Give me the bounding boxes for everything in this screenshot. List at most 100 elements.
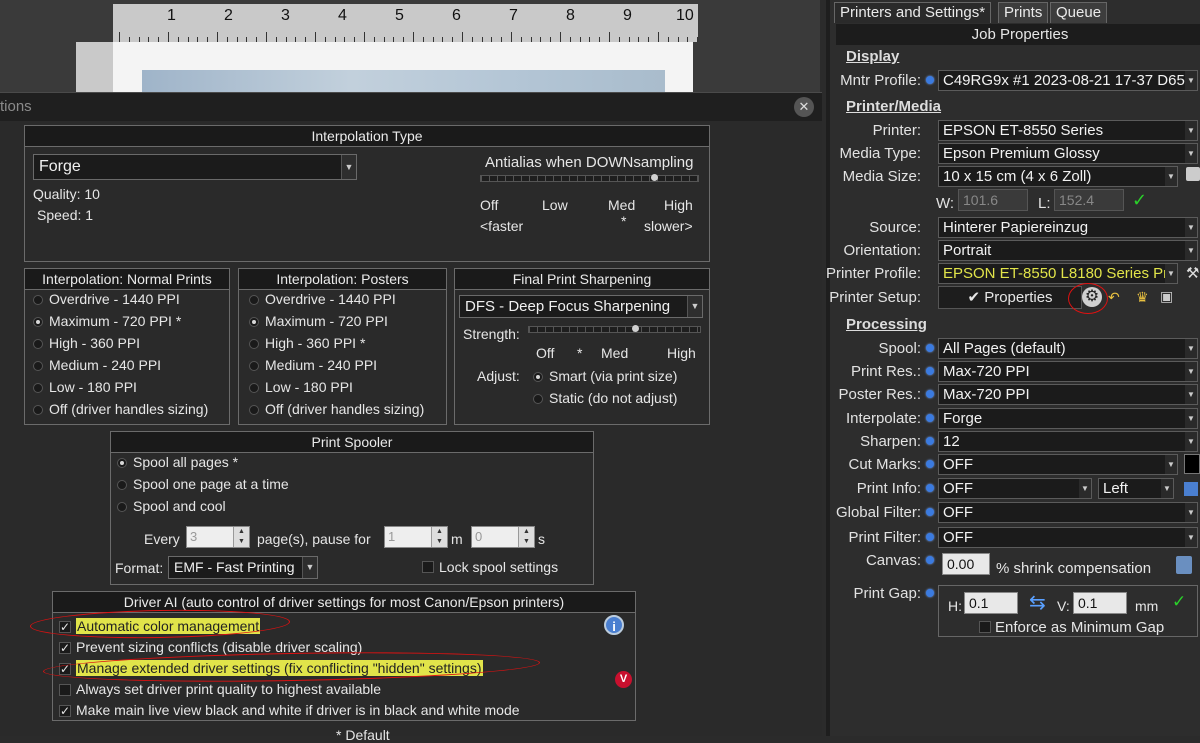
radio-button[interactable] [33,361,43,371]
radio-button[interactable] [533,394,543,404]
print-info-select[interactable]: OFF ▼ [938,478,1092,499]
driver-ai-option[interactable]: ✓ Make main live view black and white if … [59,702,599,722]
sharpen-select[interactable]: 12 ▼ [938,431,1198,452]
print-filter-select[interactable]: OFF ▼ [938,527,1198,548]
radio-button[interactable] [117,502,127,512]
color-swatch[interactable] [1184,454,1200,474]
posters-option[interactable]: Maximum - 720 PPI [249,313,439,333]
canvas-field[interactable]: 0.00 [942,553,990,575]
calculator-icon[interactable] [1176,556,1192,574]
width-field[interactable]: 101.6 [958,189,1028,211]
radio-button[interactable] [249,295,259,305]
posters-option[interactable]: Low - 180 PPI [249,379,439,399]
stepper-arrows-icon[interactable]: ▲ ▼ [518,527,534,547]
checkbox[interactable]: ✓ [59,642,71,654]
posters-option[interactable]: Off (driver handles sizing) [249,401,439,421]
radio-button[interactable] [249,361,259,371]
posters-option[interactable]: High - 360 PPI * [249,335,439,355]
tab-queue[interactable]: Queue [1050,2,1108,23]
media-size-select[interactable]: 10 x 15 cm (4 x 6 Zoll) ▼ [938,166,1178,187]
orientation-select[interactable]: Portrait ▼ [938,240,1198,261]
media-type-select[interactable]: Epson Premium Glossy ▼ [938,143,1198,164]
format-select[interactable]: EMF - Fast Printing ▼ [168,556,318,579]
v-badge-icon[interactable]: V [615,671,632,688]
normal-prints-option[interactable]: Maximum - 720 PPI * [33,313,223,333]
checkmark-icon[interactable]: ✓ [1172,592,1186,612]
every-pages-stepper[interactable]: 3 ▲ ▼ [186,526,250,548]
driver-ai-option[interactable]: Always set driver print quality to highe… [59,681,599,701]
slider-knob[interactable] [631,325,639,332]
normal-prints-option[interactable]: High - 360 PPI [33,335,223,355]
print-res-select[interactable]: Max-720 PPI ▼ [938,361,1198,382]
link-arrows-icon[interactable]: ⇆ [1029,590,1046,615]
lock-spool-checkbox[interactable] [422,561,434,573]
adjust-option[interactable]: Static (do not adjust) [533,390,723,410]
load-icon[interactable]: ♛ [1136,289,1149,306]
radio-button[interactable] [117,480,127,490]
gap-v-field[interactable]: 0.1 [1073,592,1127,614]
radio-button[interactable] [249,383,259,393]
gap-h-field[interactable]: 0.1 [964,592,1018,614]
font-icon[interactable] [1184,482,1198,496]
radio-button[interactable] [33,405,43,415]
dialog-title: tions [0,98,32,115]
mntr-select[interactable]: C49RG9x #1 2023-08-21 17-37 D65 ▼ [938,70,1198,91]
media-size-icon[interactable] [1186,167,1200,181]
spool-option[interactable]: Spool all pages * [117,454,307,474]
radio-button[interactable] [33,295,43,305]
undo-icon[interactable]: ↶ [1108,289,1120,306]
chevron-down-icon: ▼ [1185,121,1197,140]
strength-slider[interactable] [528,325,701,333]
radio-button[interactable] [249,317,259,327]
dialog-title-bar[interactable]: tions ✕ [0,93,822,121]
radio-button[interactable] [33,383,43,393]
checkbox[interactable] [59,684,71,696]
length-field[interactable]: 152.4 [1054,189,1124,211]
tab-printers-settings[interactable]: Printers and Settings* [834,2,992,23]
posters-option[interactable]: Overdrive - 1440 PPI [249,291,439,311]
checkbox[interactable]: ✓ [59,705,71,717]
tab-prints[interactable]: Prints [998,2,1049,23]
stepper-arrows-icon[interactable]: ▲ ▼ [431,527,447,547]
radio-button[interactable] [533,372,543,382]
normal-prints-option[interactable]: Medium - 240 PPI [33,357,223,377]
stepper-arrows-icon[interactable]: ▲ ▼ [233,527,249,547]
spool-option[interactable]: Spool one page at a time [117,476,307,496]
print-info-position-select[interactable]: Left ▼ [1098,478,1174,499]
poster-res-select[interactable]: Max-720 PPI ▼ [938,384,1198,405]
global-filter-select[interactable]: OFF ▼ [938,502,1198,523]
radio-button[interactable] [33,317,43,327]
radio-button[interactable] [249,339,259,349]
enforce-gap-checkbox[interactable] [979,621,991,633]
cut-marks-select[interactable]: OFF ▼ [938,454,1178,475]
info-icon[interactable]: i [604,615,624,635]
normal-prints-option[interactable]: Low - 180 PPI [33,379,223,399]
posters-option[interactable]: Medium - 240 PPI [249,357,439,377]
group-title: Interpolation: Normal Prints [25,269,229,290]
properties-button[interactable]: ✔ Properties [938,286,1082,309]
interpolation-type-select[interactable]: Forge ▼ [33,154,357,180]
printer-select[interactable]: EPSON ET-8550 Series ▼ [938,120,1198,141]
antialias-slider[interactable] [480,174,699,182]
profile-select[interactable]: EPSON ET-8550 L8180 Series Premium▼ [938,263,1178,284]
source-select[interactable]: Hinterer Papiereinzug ▼ [938,217,1198,238]
radio-button[interactable] [249,405,259,415]
save-icon[interactable]: ▣ [1160,288,1173,305]
pause-seconds-stepper[interactable]: 0 ▲ ▼ [471,526,535,548]
radio-button[interactable] [33,339,43,349]
chevron-down-icon: ▼ [1079,479,1091,498]
pause-minutes-stepper[interactable]: 1 ▲ ▼ [384,526,448,548]
posters-group: Interpolation: Posters Overdrive - 1440 … [238,268,447,425]
spool-select[interactable]: All Pages (default) ▼ [938,338,1198,359]
close-icon[interactable]: ✕ [794,97,814,117]
sharpening-select[interactable]: DFS - Deep Focus Sharpening ▼ [459,295,703,318]
radio-button[interactable] [117,458,127,468]
checkmark-icon[interactable]: ✓ [1132,190,1147,211]
normal-prints-option[interactable]: Overdrive - 1440 PPI [33,291,223,311]
slider-knob[interactable] [650,174,658,181]
interpolate-select[interactable]: Forge ▼ [938,408,1198,429]
spool-option[interactable]: Spool and cool [117,498,307,518]
adjust-option[interactable]: Smart (via print size) [533,368,723,388]
tools-icon[interactable]: ⚒ [1186,264,1199,282]
normal-prints-option[interactable]: Off (driver handles sizing) [33,401,223,421]
